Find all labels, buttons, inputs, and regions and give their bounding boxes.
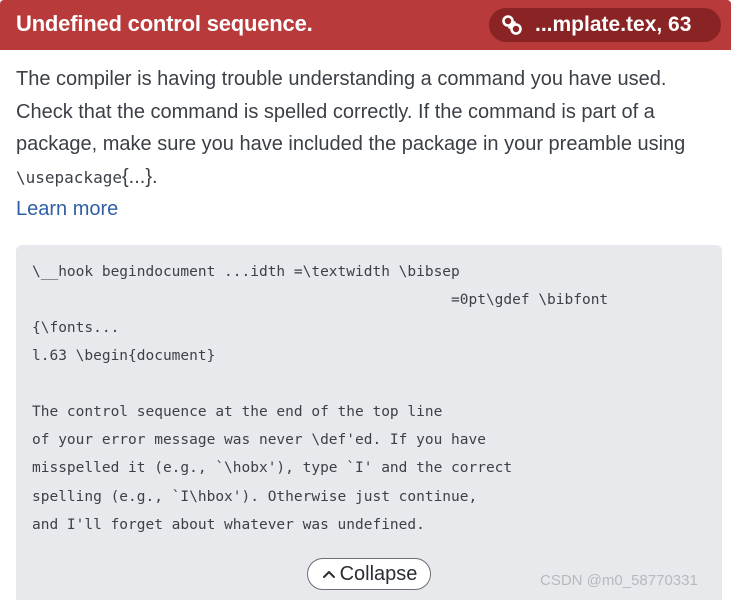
collapse-button[interactable]: Collapse <box>307 558 431 590</box>
description-line-1: The compiler is having trouble understan… <box>16 68 667 90</box>
learn-more-link[interactable]: Learn more <box>16 198 118 221</box>
log-line: spelling (e.g., `I\hbox'). Otherwise jus… <box>32 489 478 505</box>
description-line-3: package, make sure you have included the… <box>16 133 686 155</box>
raw-log-panel: \__hook begindocument ...idth =\textwidt… <box>16 245 722 600</box>
error-description: The compiler is having trouble understan… <box>16 63 716 194</box>
log-line: The control sequence at the end of the t… <box>32 404 443 420</box>
description-line-4: \usepackage{...}. <box>16 161 716 195</box>
log-line: {\fonts... <box>32 320 120 336</box>
usepackage-code: \usepackage <box>16 167 122 187</box>
error-header: Undefined control sequence. ...mplate.te… <box>0 0 731 50</box>
log-line: \__hook begindocument ...idth =\textwidt… <box>32 264 460 280</box>
watermark: CSDN @m0_58770331 <box>540 572 698 589</box>
usepackage-suffix: {...}. <box>121 165 158 188</box>
file-location-link[interactable]: ...mplate.tex, 63 <box>489 8 721 42</box>
log-line: l.63 \begin{document} <box>32 348 216 364</box>
log-line: and I'll forget about whatever was undef… <box>32 517 425 533</box>
collapse-label: Collapse <box>339 562 418 585</box>
file-location-label: ...mplate.tex, 63 <box>535 13 692 36</box>
log-line: misspelled it (e.g., `\hobx'), type `I' … <box>32 460 513 476</box>
error-title: Undefined control sequence. <box>16 11 313 36</box>
description-line-2: Check that the command is spelled correc… <box>16 100 655 123</box>
chevron-up-icon <box>321 566 337 582</box>
link-icon <box>501 14 523 36</box>
log-line: =0pt\gdef \bibfont <box>32 292 609 308</box>
log-line: of your error message was never \def'ed.… <box>32 432 486 448</box>
